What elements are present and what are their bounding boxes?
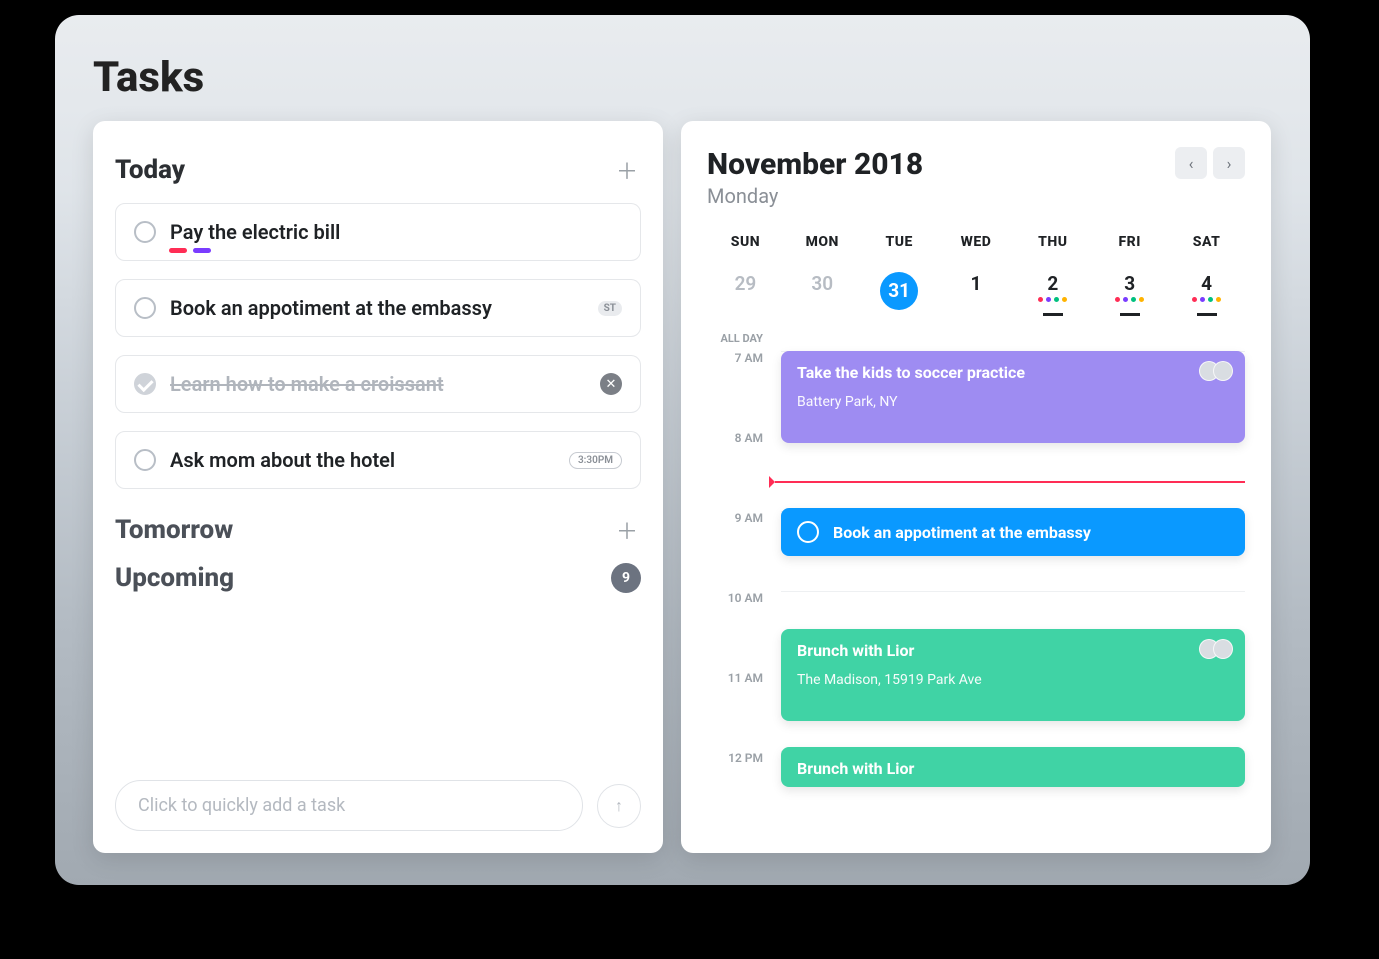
add-task-tomorrow-button[interactable]: ＋ (613, 516, 641, 544)
calendar-day[interactable]: 4 (1168, 268, 1245, 314)
current-time-indicator (775, 481, 1245, 483)
plus-icon: ＋ (616, 514, 638, 546)
task-row[interactable]: Learn how to make a croissant ✕ (115, 355, 641, 413)
section-today-title: Today (115, 155, 185, 185)
timeline-body[interactable]: Take the kids to soccer practice Battery … (781, 351, 1245, 831)
calendar-title: November 2018 (707, 147, 923, 182)
calendar-subtitle: Monday (707, 184, 923, 208)
calendar-prev-button[interactable]: ‹ (1175, 147, 1207, 179)
event-title: Brunch with Lior (797, 641, 1229, 660)
task-row[interactable]: Book an appotiment at the embassy ST (115, 279, 641, 337)
quick-add-submit-button[interactable]: ↑ (597, 784, 641, 828)
day-number: 31 (880, 272, 918, 310)
task-label: Pay the electric bill (170, 220, 622, 244)
calendar-day[interactable]: 31 (861, 268, 938, 314)
task-label: Ask mom about the hotel (170, 448, 555, 472)
day-number: 3 (1124, 272, 1135, 295)
task-checkbox[interactable] (134, 221, 156, 243)
page-title: Tasks (93, 53, 204, 102)
quick-add-input[interactable]: Click to quickly add a task (115, 780, 583, 831)
calendar-day[interactable]: 30 (784, 268, 861, 314)
calendar-event[interactable]: Book an appotiment at the embassy (781, 508, 1245, 556)
add-task-today-button[interactable]: ＋ (613, 156, 641, 184)
task-label: Book an appotiment at the embassy (170, 296, 584, 320)
hour-labels: 7 AM 8 AM 9 AM 10 AM 11 AM 12 PM (707, 351, 763, 831)
calendar-next-button[interactable]: › (1213, 147, 1245, 179)
arrow-up-icon: ↑ (615, 796, 623, 816)
task-checkbox-checked[interactable] (134, 373, 156, 395)
tasks-panel: Today ＋ Pay the electric bill Book an ap… (93, 121, 663, 853)
chevron-right-icon: › (1227, 154, 1232, 173)
upcoming-count-badge: 9 (611, 563, 641, 593)
section-upcoming-title: Upcoming (115, 563, 234, 593)
event-avatars (1205, 639, 1233, 659)
day-number: 1 (971, 272, 982, 295)
allday-label: ALL DAY (707, 332, 763, 345)
task-checkbox[interactable] (134, 297, 156, 319)
section-tomorrow-title: Tomorrow (115, 515, 233, 545)
task-badge: ST (598, 301, 622, 316)
event-avatars (1205, 361, 1233, 381)
day-number: 2 (1047, 272, 1058, 295)
day-number: 4 (1201, 272, 1212, 295)
event-title: Take the kids to soccer practice (797, 363, 1229, 382)
calendar-day[interactable]: 2 (1014, 268, 1091, 314)
avatar (1213, 639, 1233, 659)
weekday-header: SUN MON TUE WED THU FRI SAT (707, 234, 1245, 250)
event-task-ring-icon (797, 521, 819, 543)
calendar-event[interactable]: Take the kids to soccer practice Battery … (781, 351, 1245, 443)
event-title: Brunch with Lior (797, 759, 1229, 778)
plus-icon: ＋ (616, 154, 638, 186)
task-tag-dots (169, 248, 211, 253)
chevron-left-icon: ‹ (1189, 154, 1194, 173)
event-location: The Madison, 15919 Park Ave (797, 672, 1229, 688)
calendar-panel: November 2018 Monday ‹ › SUN MON TUE WED… (681, 121, 1271, 853)
avatar (1213, 361, 1233, 381)
delete-task-button[interactable]: ✕ (600, 373, 622, 395)
event-location: Battery Park, NY (797, 394, 1229, 410)
task-label: Learn how to make a croissant (170, 372, 586, 396)
app-window: Tasks Today ＋ Pay the electric bill (55, 15, 1310, 885)
day-number: 29 (735, 272, 757, 295)
calendar-day[interactable]: 29 (707, 268, 784, 314)
calendar-day[interactable]: 3 (1091, 268, 1168, 314)
day-number: 30 (811, 272, 833, 295)
calendar-event[interactable]: Brunch with Lior (781, 747, 1245, 787)
close-icon: ✕ (606, 377, 617, 392)
calendar-day[interactable]: 1 (938, 268, 1015, 314)
calendar-event[interactable]: Brunch with Lior The Madison, 15919 Park … (781, 629, 1245, 721)
task-time-badge: 3:30PM (569, 452, 622, 469)
task-checkbox[interactable] (134, 449, 156, 471)
event-title: Book an appotiment at the embassy (833, 523, 1091, 542)
task-row[interactable]: Ask mom about the hotel 3:30PM (115, 431, 641, 489)
